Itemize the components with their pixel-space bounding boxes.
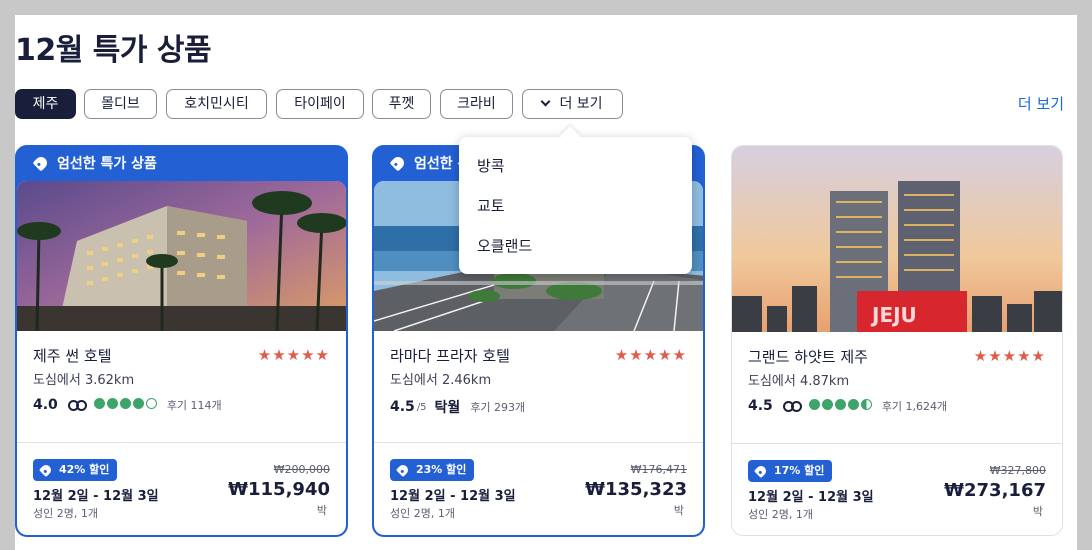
stay-dates: 12월 2일 - 12월 3일 <box>33 489 159 504</box>
tripadvisor-icon <box>67 400 87 411</box>
hotel-name[interactable]: 그랜드 하얏트 제주 <box>748 346 868 367</box>
see-more-link[interactable]: 더 보기 <box>1018 93 1064 114</box>
stay-dates: 12월 2일 - 12월 3일 <box>390 489 516 504</box>
divider <box>17 442 346 443</box>
discount-badge: 23% 할인 <box>390 459 475 481</box>
rating-dots <box>92 397 157 413</box>
review-summary: 4.5 /5 탁월 후기 293개 <box>390 397 525 417</box>
review-count: 후기 114개 <box>166 399 222 412</box>
filter-chip-hochiminh[interactable]: 호치민시티 <box>166 89 267 119</box>
price-unit: 박 <box>1032 505 1043 518</box>
discount-badge: 17% 할인 <box>748 460 833 482</box>
star-rating: ★★★★★ <box>973 347 1046 365</box>
hotel-photo <box>17 181 346 331</box>
distance: 도심에서 3.62km <box>33 373 135 388</box>
distance: 도심에서 2.46km <box>390 373 492 388</box>
dropdown-item-auckland[interactable]: 오클랜드 <box>477 235 532 256</box>
review-count: 후기 293개 <box>470 401 526 414</box>
tag-icon <box>38 462 54 478</box>
original-price: ₩176,471 <box>630 463 687 476</box>
guest-info: 성인 2명, 1개 <box>748 508 813 521</box>
distance: 도심에서 4.87km <box>748 374 850 389</box>
rating-score: 4.0 <box>33 397 58 413</box>
rating-scale: /5 <box>416 401 427 413</box>
filter-chip-phuket[interactable]: 푸껫 <box>372 89 431 119</box>
original-price: ₩327,800 <box>989 464 1046 477</box>
tag-icon <box>389 154 407 172</box>
more-destinations-dropdown: 방콕 교토 오클랜드 <box>459 137 692 274</box>
stay-dates: 12월 2일 - 12월 3일 <box>748 490 874 505</box>
filter-chip-jeju[interactable]: 제주 <box>15 89 76 119</box>
guest-info: 성인 2명, 1개 <box>390 507 455 520</box>
svg-text:JEJU: JEJU <box>870 303 917 327</box>
rating-score: 4.5 <box>390 399 415 415</box>
star-rating: ★★★★★ <box>614 346 687 364</box>
filter-chip-krabi[interactable]: 크라비 <box>440 89 513 119</box>
page-title: 12월 특가 상품 <box>15 33 212 68</box>
rating-dots <box>807 398 872 414</box>
filter-chip-taipei[interactable]: 타이페이 <box>276 89 364 119</box>
discount-badge: 42% 할인 <box>33 459 118 481</box>
price-unit: 박 <box>673 504 684 517</box>
review-summary: 4.0 후기 114개 <box>33 397 222 413</box>
rating-word: 탁월 <box>434 400 461 416</box>
more-filters-button[interactable]: 더 보기 <box>522 89 623 119</box>
rating-score: 4.5 <box>748 398 773 414</box>
star-rating: ★★★★★ <box>257 346 330 364</box>
tag-icon <box>32 154 50 172</box>
discounted-price: ₩273,167 <box>944 480 1046 501</box>
price-unit: 박 <box>316 504 327 517</box>
page: 12월 특가 상품 제주 몰디브 호치민시티 타이페이 푸껫 크라비 더 보기 … <box>15 15 1077 550</box>
hotel-name[interactable]: 라마다 프라자 호텔 <box>390 345 510 366</box>
discounted-price: ₩115,940 <box>228 479 330 500</box>
dropdown-item-bangkok[interactable]: 방콕 <box>477 155 505 176</box>
discounted-price: ₩135,323 <box>585 479 687 500</box>
dropdown-item-kyoto[interactable]: 교토 <box>477 195 505 216</box>
hotel-photo: JEJU <box>732 146 1062 332</box>
more-filters-label: 더 보기 <box>559 96 603 112</box>
tag-icon <box>395 462 411 478</box>
hotel-card[interactable]: JEJU 그랜드 하얏트 제주 ★★★★★ 도심에서 4.87km 4.5 후기… <box>731 145 1063 536</box>
tag-icon <box>753 463 769 479</box>
original-price: ₩200,000 <box>273 463 330 476</box>
filter-chip-maldives[interactable]: 몰디브 <box>84 89 157 119</box>
review-summary: 4.5 후기 1,624개 <box>748 398 947 414</box>
tripadvisor-icon <box>782 401 802 412</box>
chevron-down-icon <box>541 96 551 107</box>
review-count: 후기 1,624개 <box>881 400 948 413</box>
hotel-name[interactable]: 제주 썬 호텔 <box>33 345 112 366</box>
divider <box>374 442 703 443</box>
guest-info: 성인 2명, 1개 <box>33 507 98 520</box>
hotel-card[interactable]: 엄선한 특가 상품 제주 썬 호텔 ★★★★★ 도심에서 3.62km 4.0 … <box>15 145 348 537</box>
featured-banner: 엄선한 특가 상품 <box>17 147 346 181</box>
divider <box>732 443 1062 444</box>
featured-banner-label: 엄선한 특가 상품 <box>57 156 157 172</box>
